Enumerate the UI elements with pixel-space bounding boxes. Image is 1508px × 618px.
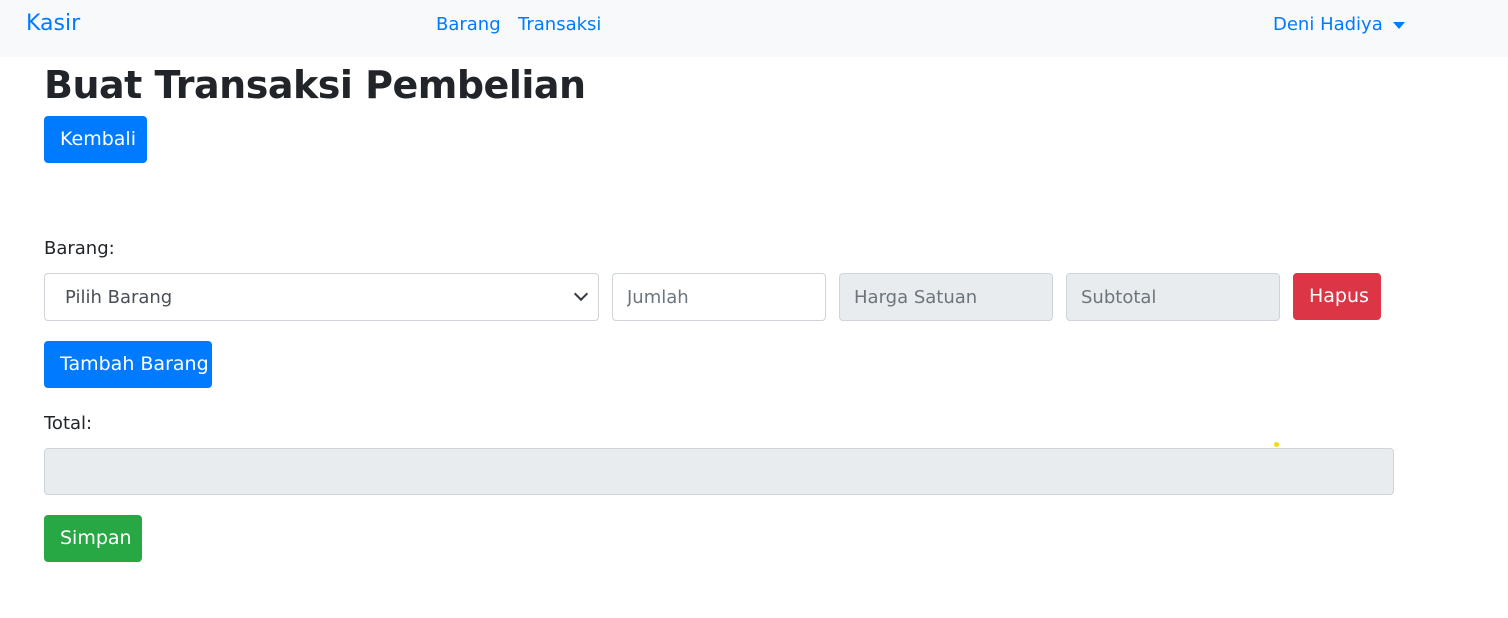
add-item-button[interactable]: Tambah Barang [44,341,212,388]
subtotal-input[interactable] [1066,273,1280,321]
item-label: Barang: [44,238,115,259]
page-title: Buat Transaksi Pembelian [44,63,586,107]
nav-link-barang[interactable]: Barang [436,13,501,37]
cursor-dot [1274,442,1279,447]
delete-item-button[interactable]: Hapus [1293,273,1381,320]
navbar: Kasir Barang Transaksi Deni Hadiya [0,0,1508,57]
total-label: Total: [44,413,93,434]
back-button[interactable]: Kembali [44,116,147,163]
caret-down-icon [1392,21,1405,29]
item-select[interactable]: Pilih Barang [44,273,599,321]
user-dropdown[interactable]: Deni Hadiya [1273,13,1405,37]
total-input[interactable] [44,448,1394,495]
chevron-down-icon [573,286,589,302]
brand-link[interactable]: Kasir [26,10,80,38]
save-button[interactable]: Simpan [44,515,142,562]
user-name: Deni Hadiya [1273,14,1383,35]
quantity-input[interactable] [612,273,826,321]
unit-price-input[interactable] [839,273,1053,321]
nav-link-transaksi[interactable]: Transaksi [518,13,601,37]
item-select-value: Pilih Barang [65,286,173,308]
